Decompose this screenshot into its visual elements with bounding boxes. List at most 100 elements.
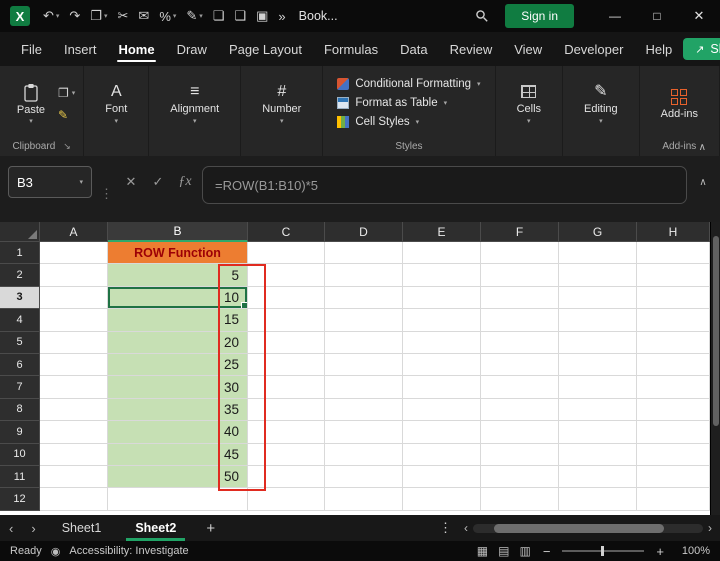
zoom-slider-thumb[interactable] — [601, 546, 604, 556]
copy-small-button[interactable]: ❐▾ — [58, 86, 75, 100]
cell-B9[interactable]: 40 — [108, 421, 248, 443]
copy-icon[interactable]: ❐▾ — [85, 3, 112, 29]
cell-H9[interactable] — [637, 421, 710, 443]
cell-A4[interactable] — [40, 309, 108, 331]
cell-D11[interactable] — [325, 466, 403, 488]
column-header-G[interactable]: G — [559, 222, 637, 242]
cell-B6[interactable]: 25 — [108, 354, 248, 376]
prev-sheet-icon[interactable]: ‹ — [0, 521, 22, 536]
cell-E1[interactable] — [403, 242, 481, 264]
cell-F12[interactable] — [481, 488, 559, 510]
format-painter-button[interactable]: ✎ — [58, 108, 75, 122]
cell-H6[interactable] — [637, 354, 710, 376]
excel-logo-icon[interactable]: X — [10, 6, 30, 26]
scroll-right-icon[interactable]: › — [708, 521, 712, 535]
menu-tab-data[interactable]: Data — [389, 32, 438, 66]
cell-H8[interactable] — [637, 399, 710, 421]
menu-tab-home[interactable]: Home — [107, 32, 165, 66]
cell-D8[interactable] — [325, 399, 403, 421]
row-header-8[interactable]: 8 — [0, 399, 40, 421]
cell-F1[interactable] — [481, 242, 559, 264]
cell-C4[interactable] — [248, 309, 325, 331]
share-button[interactable]: ↗ Share — [683, 38, 720, 60]
more-commands-icon[interactable]: » — [273, 3, 290, 29]
scroll-left-icon[interactable]: ‹ — [464, 521, 468, 535]
cell-F5[interactable] — [481, 332, 559, 354]
row-header-3[interactable]: 3 — [0, 287, 40, 309]
cell-F2[interactable] — [481, 264, 559, 286]
sign-in-button[interactable]: Sign in — [505, 4, 574, 28]
row-header-5[interactable]: 5 — [0, 332, 40, 354]
column-header-C[interactable]: C — [248, 222, 325, 242]
cell-F7[interactable] — [481, 376, 559, 398]
camera-icon[interactable]: ▣ — [251, 3, 273, 29]
clipboard-dialog-launcher-icon[interactable]: ↘ — [63, 141, 71, 152]
cell-E7[interactable] — [403, 376, 481, 398]
cell-A8[interactable] — [40, 399, 108, 421]
cancel-icon[interactable]: ✕ — [121, 166, 141, 198]
cell-H2[interactable] — [637, 264, 710, 286]
cell-A9[interactable] — [40, 421, 108, 443]
new-document-icon[interactable]: ❏ — [208, 3, 230, 29]
row-header-11[interactable]: 11 — [0, 466, 40, 488]
cell-B10[interactable]: 45 — [108, 444, 248, 466]
cell-G1[interactable] — [559, 242, 637, 264]
menu-tab-file[interactable]: File — [10, 32, 53, 66]
menu-tab-page-layout[interactable]: Page Layout — [218, 32, 313, 66]
minimize-button[interactable]: — — [594, 0, 636, 32]
cell-F9[interactable] — [481, 421, 559, 443]
cell-G12[interactable] — [559, 488, 637, 510]
enter-icon[interactable]: ✓ — [148, 166, 168, 198]
cell-G2[interactable] — [559, 264, 637, 286]
cell-F8[interactable] — [481, 399, 559, 421]
cell-A1[interactable] — [40, 242, 108, 264]
page-layout-view-icon[interactable]: ▤ — [498, 544, 509, 558]
horizontal-scrollbar-track[interactable] — [473, 524, 703, 533]
cell-A6[interactable] — [40, 354, 108, 376]
sheet-tab-sheet2[interactable]: Sheet2 — [118, 515, 193, 541]
cell-C12[interactable] — [248, 488, 325, 510]
cell-H1[interactable] — [637, 242, 710, 264]
cell-F11[interactable] — [481, 466, 559, 488]
row-header-1[interactable]: 1 — [0, 242, 40, 264]
number-group-button[interactable]: # Number ▾ — [249, 83, 314, 125]
cell-E8[interactable] — [403, 399, 481, 421]
cell-E2[interactable] — [403, 264, 481, 286]
cell-A10[interactable] — [40, 444, 108, 466]
cell-H3[interactable] — [637, 287, 710, 309]
insert-function-icon[interactable]: ƒx — [175, 166, 195, 198]
cell-G3[interactable] — [559, 287, 637, 309]
cell-G4[interactable] — [559, 309, 637, 331]
cell-D10[interactable] — [325, 444, 403, 466]
cell-C6[interactable] — [248, 354, 325, 376]
normal-view-icon[interactable]: ▦ — [477, 544, 488, 558]
add-sheet-button[interactable]: + — [193, 520, 228, 537]
menu-tab-developer[interactable]: Developer — [553, 32, 634, 66]
vertical-scrollbar-thumb[interactable] — [713, 236, 719, 426]
cell-F4[interactable] — [481, 309, 559, 331]
cell-A11[interactable] — [40, 466, 108, 488]
cell-D9[interactable] — [325, 421, 403, 443]
cell-C1[interactable] — [248, 242, 325, 264]
cell-G7[interactable] — [559, 376, 637, 398]
zoom-in-icon[interactable]: + — [654, 544, 666, 559]
cell-A5[interactable] — [40, 332, 108, 354]
column-header-E[interactable]: E — [403, 222, 481, 242]
cell-D5[interactable] — [325, 332, 403, 354]
cell-H12[interactable] — [637, 488, 710, 510]
menu-tab-draw[interactable]: Draw — [166, 32, 218, 66]
close-button[interactable]: ✕ — [678, 0, 720, 32]
collapse-ribbon-icon[interactable]: ∧ — [699, 142, 706, 153]
vertical-scrollbar[interactable] — [710, 222, 720, 515]
cell-G9[interactable] — [559, 421, 637, 443]
menu-tab-view[interactable]: View — [503, 32, 553, 66]
expand-formula-bar-icon[interactable]: ∧ — [694, 166, 712, 198]
redo-icon[interactable]: ↷ — [64, 3, 85, 29]
horizontal-scrollbar-thumb[interactable] — [494, 524, 664, 533]
zoom-level[interactable]: 100% — [676, 545, 710, 557]
next-sheet-icon[interactable]: › — [22, 521, 44, 536]
cell-D2[interactable] — [325, 264, 403, 286]
cell-A12[interactable] — [40, 488, 108, 510]
menu-tab-formulas[interactable]: Formulas — [313, 32, 389, 66]
cell-E10[interactable] — [403, 444, 481, 466]
